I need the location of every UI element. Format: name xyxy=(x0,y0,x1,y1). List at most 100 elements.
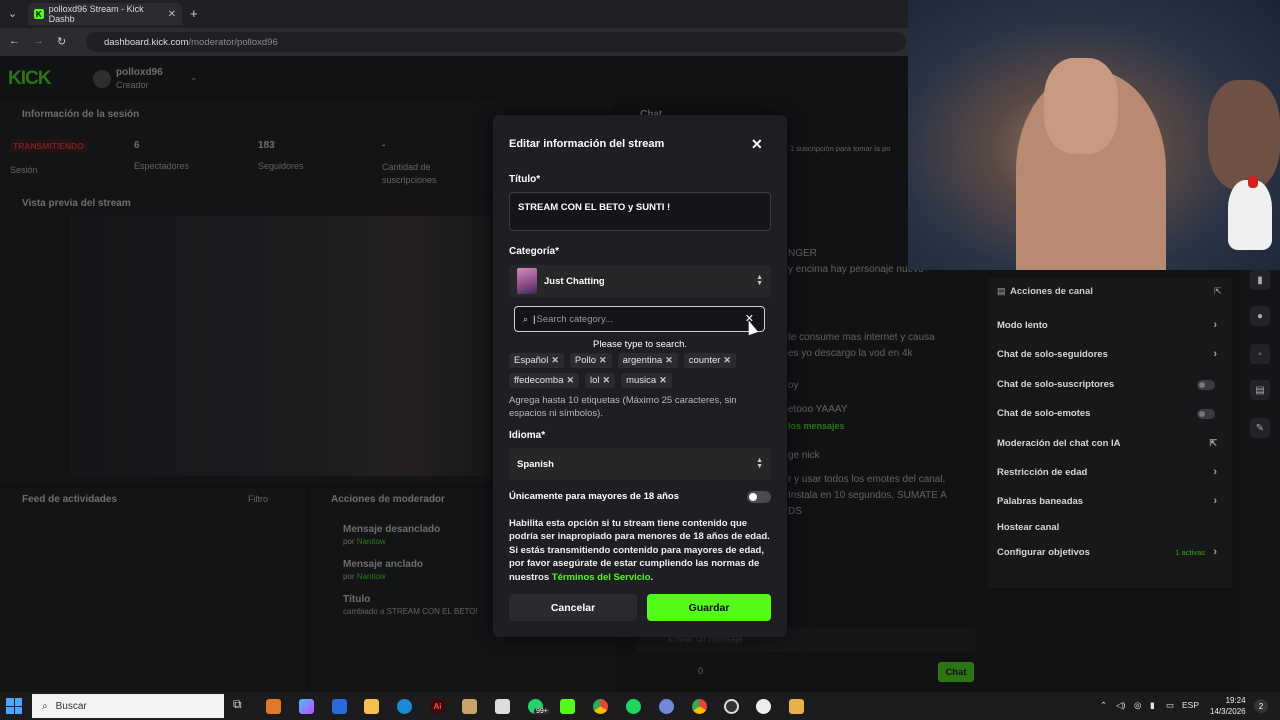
kick-app-icon[interactable] xyxy=(560,699,575,714)
brave-icon[interactable] xyxy=(266,699,281,714)
chat-bubble-icon[interactable]: ● xyxy=(1250,306,1270,326)
tray-chevron-icon[interactable]: ⌃ xyxy=(1100,700,1107,711)
tag-remove-icon[interactable]: ✕ xyxy=(551,355,559,366)
chevron-down-icon[interactable]: ⌄ xyxy=(190,72,198,83)
task-view-icon[interactable]: ⧉ xyxy=(233,697,248,712)
channel-action-item[interactable]: Chat de solo-emotes xyxy=(997,408,1227,419)
discord-icon[interactable] xyxy=(659,699,674,714)
tag-remove-icon[interactable]: ✕ xyxy=(659,375,667,386)
tag-label: counter xyxy=(688,355,721,366)
new-tab-icon[interactable]: + xyxy=(190,6,198,21)
followers-value: 183 xyxy=(258,140,275,151)
tag-remove-icon[interactable]: ✕ xyxy=(599,355,607,366)
forward-icon[interactable]: → xyxy=(33,35,44,47)
tag-label: lol xyxy=(590,375,600,386)
chat-send-button[interactable]: Chat xyxy=(938,662,974,682)
chat-line: oy xyxy=(788,380,799,391)
edge-icon[interactable] xyxy=(397,699,412,714)
chat-line: ge nick xyxy=(788,450,820,461)
channel-action-item[interactable]: Configurar objetivos › 1 activas xyxy=(997,546,1227,558)
list-icon: ▤ xyxy=(997,286,1006,296)
gamepad-icon[interactable]: ◎ xyxy=(1134,700,1141,711)
media-player-icon[interactable] xyxy=(756,699,771,714)
tag-chip[interactable]: counter ✕ xyxy=(683,353,736,368)
toggle-switch[interactable] xyxy=(1197,409,1215,419)
close-icon[interactable]: ✕ xyxy=(751,136,763,153)
tag-remove-icon[interactable]: ✕ xyxy=(566,375,574,386)
channel-action-item[interactable]: Hostear canal xyxy=(997,522,1227,533)
wrench-icon[interactable]: ✎ xyxy=(1250,418,1270,438)
channel-action-item[interactable]: Modo lento › xyxy=(997,319,1227,331)
spotify-icon[interactable] xyxy=(626,699,641,714)
channel-action-item[interactable]: Restricción de edad › xyxy=(997,466,1227,478)
search-icon: ⌕ xyxy=(523,313,529,324)
tag-remove-icon[interactable]: ✕ xyxy=(723,355,731,366)
stream-preview-video[interactable] xyxy=(70,216,490,476)
browser-tab[interactable]: K polloxd96 Stream - Kick Dashb ✕ xyxy=(28,3,182,25)
layout-icon[interactable]: ▤ xyxy=(1250,380,1270,400)
edit-stream-modal: Editar información del stream ✕ Título* … xyxy=(493,115,787,637)
channel-action-item[interactable]: Chat de solo-suscriptores xyxy=(997,379,1227,390)
category-select[interactable]: Just Chatting ▲ ▼ xyxy=(509,265,771,297)
reload-icon[interactable]: ↻ xyxy=(57,35,66,48)
tag-chip[interactable]: ffedecomba ✕ xyxy=(509,373,580,388)
channel-action-item[interactable]: Chat de solo-seguidores › xyxy=(997,348,1227,360)
cancel-button[interactable]: Cancelar xyxy=(509,594,637,621)
calculator-icon[interactable] xyxy=(495,699,510,714)
clock-time: 19:24 xyxy=(1225,696,1246,705)
tab-menu-icon[interactable]: ⌄ xyxy=(8,7,17,20)
tag-remove-icon[interactable]: ✕ xyxy=(665,355,673,366)
toggle-switch[interactable] xyxy=(1197,380,1215,390)
channel-action-item[interactable]: Moderación del chat con IA ⇱ xyxy=(997,438,1227,449)
chat-line: los mensajes xyxy=(788,421,845,431)
chat-subnote: 1 suscripción para tomar la po xyxy=(790,144,891,153)
illustrator-icon[interactable]: Ai xyxy=(430,699,445,714)
chat-spacer xyxy=(788,464,947,472)
files-icon[interactable] xyxy=(462,699,477,714)
network-icon[interactable]: ▭ xyxy=(1166,700,1174,711)
adult-only-toggle[interactable] xyxy=(747,491,771,503)
save-button[interactable]: Guardar xyxy=(647,594,771,621)
search-placeholder: Search category... xyxy=(536,313,613,325)
chrome-icon[interactable] xyxy=(593,699,608,714)
notification-count[interactable]: 2 xyxy=(1254,699,1268,713)
trash-icon[interactable]: ▮ xyxy=(1250,270,1270,290)
title-field[interactable]: STREAM CON EL BETO y SUNTI ! xyxy=(509,192,771,231)
url-field[interactable]: dashboard.kick.com/moderator/polloxd96 xyxy=(86,32,906,52)
tag-remove-icon[interactable]: ✕ xyxy=(603,375,611,386)
volume-icon[interactable]: ◁) xyxy=(1116,700,1125,711)
tag-chip[interactable]: Pollo ✕ xyxy=(569,353,612,368)
channel-action-item[interactable]: Palabras baneadas › xyxy=(997,495,1227,507)
tag-chip[interactable]: argentina ✕ xyxy=(617,353,678,368)
user-name: polloxd96 xyxy=(116,67,163,78)
chat-spacer xyxy=(788,434,947,448)
taskbar-search[interactable]: ⌕ Buscar xyxy=(32,694,224,718)
category-search-input[interactable]: ⌕ | Search category... ✕ xyxy=(514,306,765,332)
tag-chip[interactable]: Español ✕ xyxy=(509,353,564,368)
tag-chip[interactable]: musica ✕ xyxy=(621,373,672,388)
copilot-icon[interactable] xyxy=(299,699,314,714)
chrome-active-icon[interactable] xyxy=(692,699,707,714)
signal-icon[interactable]: ◦ xyxy=(1250,344,1270,364)
app-icon[interactable] xyxy=(789,699,804,714)
tag-label: argentina xyxy=(622,355,663,366)
back-icon[interactable]: ← xyxy=(9,35,20,47)
windows-start-icon[interactable] xyxy=(6,698,22,714)
tab-close-icon[interactable]: ✕ xyxy=(168,9,176,20)
language-indicator[interactable]: ESP xyxy=(1182,700,1199,710)
terms-link[interactable]: Términos del Servicio xyxy=(552,572,651,583)
obs-icon[interactable] xyxy=(724,699,739,714)
chevron-right-icon: › xyxy=(1213,546,1217,558)
channel-action-label: Palabras baneadas xyxy=(997,496,1084,507)
mic-icon[interactable]: ▮ xyxy=(1150,700,1155,711)
folder-icon[interactable] xyxy=(364,699,379,714)
language-select[interactable]: Spanish ▲ ▼ xyxy=(509,448,771,480)
avatar[interactable] xyxy=(93,70,111,88)
filter-button[interactable]: Filtro xyxy=(248,494,268,504)
tag-chip[interactable]: lol ✕ xyxy=(585,373,616,388)
clock[interactable]: 19:24 14/3/2026 xyxy=(1210,695,1246,717)
store-icon[interactable] xyxy=(332,699,347,714)
popout-icon[interactable]: ⇱ xyxy=(1214,286,1222,297)
taskbar-search-label: Buscar xyxy=(55,700,87,712)
activity-feed-title: Feed de actividades xyxy=(22,494,118,505)
